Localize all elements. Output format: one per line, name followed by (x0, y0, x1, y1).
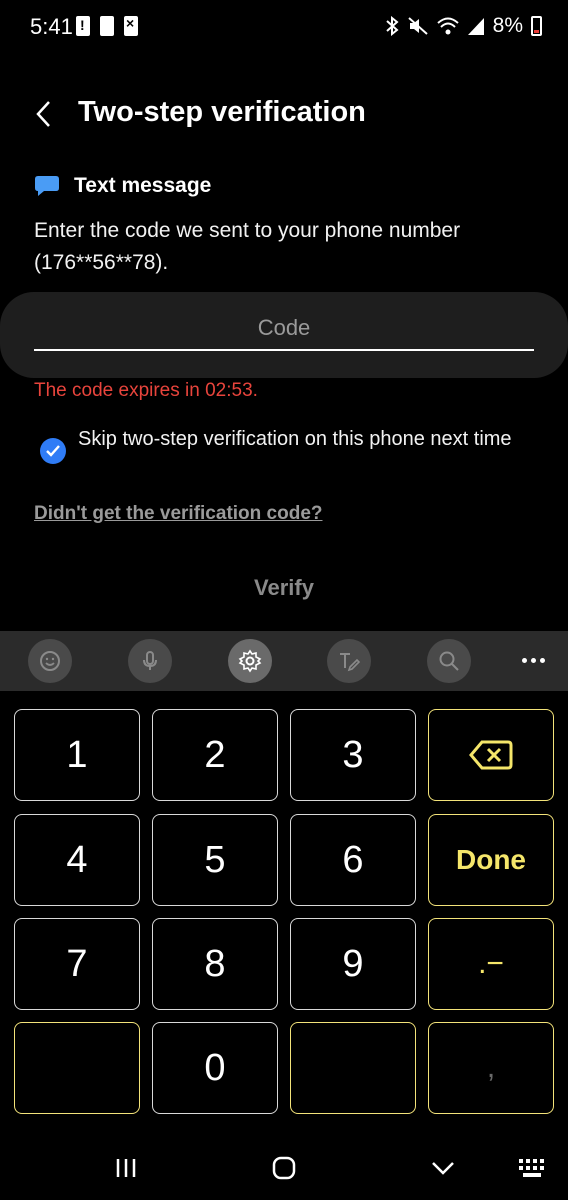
skip-checkbox[interactable] (40, 438, 66, 464)
key-2[interactable]: 2 (152, 709, 278, 801)
status-right: 8% (385, 14, 542, 38)
keyboard-search-button[interactable] (427, 639, 471, 683)
backspace-key[interactable] (428, 709, 554, 801)
keyboard-toolbar (0, 631, 568, 691)
back-button[interactable] (24, 94, 64, 134)
home-icon (272, 1156, 296, 1180)
sim-notification-icon (100, 16, 114, 36)
voice-input-button[interactable] (128, 639, 172, 683)
notification-icons (76, 15, 138, 36)
backspace-icon (469, 740, 513, 770)
check-icon (46, 445, 60, 457)
skip-verification-row[interactable]: Skip two-step verification on this phone… (40, 426, 540, 464)
wifi-icon (436, 17, 459, 35)
key-6[interactable]: 6 (290, 814, 416, 906)
method-label: Text message (74, 174, 212, 197)
blank-key[interactable] (14, 1022, 140, 1114)
handwriting-icon (340, 653, 361, 672)
mute-icon (407, 17, 428, 35)
more-icon[interactable] (518, 645, 548, 675)
numeric-keypad: 1 2 3 4 5 6 Done 7 8 9 .− 0 , (0, 691, 568, 1127)
handwriting-button[interactable] (327, 639, 371, 683)
bluetooth-icon (385, 16, 399, 36)
chat-bubble-icon (35, 176, 59, 196)
dot-dash-key[interactable]: .− (428, 918, 554, 1010)
blank-key-2[interactable] (290, 1022, 416, 1114)
recent-apps-icon (116, 1159, 136, 1177)
emoji-icon (40, 651, 60, 671)
status-time: 5:41 (30, 14, 73, 39)
page-title: Two-step verification (78, 96, 366, 128)
code-input[interactable] (34, 307, 534, 351)
method-row: Text message (34, 174, 211, 198)
done-key[interactable]: Done (428, 814, 554, 906)
mic-icon (143, 651, 157, 670)
recent-apps-button[interactable] (106, 1150, 146, 1186)
key-1[interactable]: 1 (14, 709, 140, 801)
keyboard-switch-button[interactable] (512, 1150, 552, 1186)
expire-text: The code expires in 02:53. (34, 380, 258, 401)
chevron-left-icon (36, 101, 50, 127)
chevron-down-icon (432, 1162, 454, 1175)
key-0[interactable]: 0 (152, 1022, 278, 1114)
battery-icon (531, 16, 542, 36)
search-icon (439, 651, 459, 671)
settings-icon (238, 649, 262, 673)
key-5[interactable]: 5 (152, 814, 278, 906)
code-panel (0, 292, 568, 378)
skip-label: Skip two-step verification on this phone… (78, 428, 512, 450)
key-7[interactable]: 7 (14, 918, 140, 1010)
battery-percent: 8% (492, 14, 523, 37)
key-3[interactable]: 3 (290, 709, 416, 801)
alert-notification-icon (76, 16, 90, 36)
navigation-bar (0, 1136, 568, 1200)
header: Two-step verification (0, 84, 568, 144)
key-9[interactable]: 9 (290, 918, 416, 1010)
hide-keyboard-button[interactable] (423, 1150, 463, 1186)
key-8[interactable]: 8 (152, 918, 278, 1010)
status-bar: 5:41 8% (0, 0, 568, 54)
verify-button[interactable]: Verify (0, 566, 568, 610)
app-notification-icon (124, 15, 138, 36)
resend-code-link[interactable]: Didn't get the verification code? (34, 503, 323, 525)
home-button[interactable] (264, 1150, 304, 1186)
comma-key[interactable]: , (428, 1022, 554, 1114)
emoji-button[interactable] (28, 639, 72, 683)
key-4[interactable]: 4 (14, 814, 140, 906)
instruction-text: Enter the code we sent to your phone num… (34, 219, 461, 274)
signal-icon (467, 18, 484, 35)
keyboard-settings-button[interactable] (228, 639, 272, 683)
keyboard-icon (519, 1159, 544, 1177)
